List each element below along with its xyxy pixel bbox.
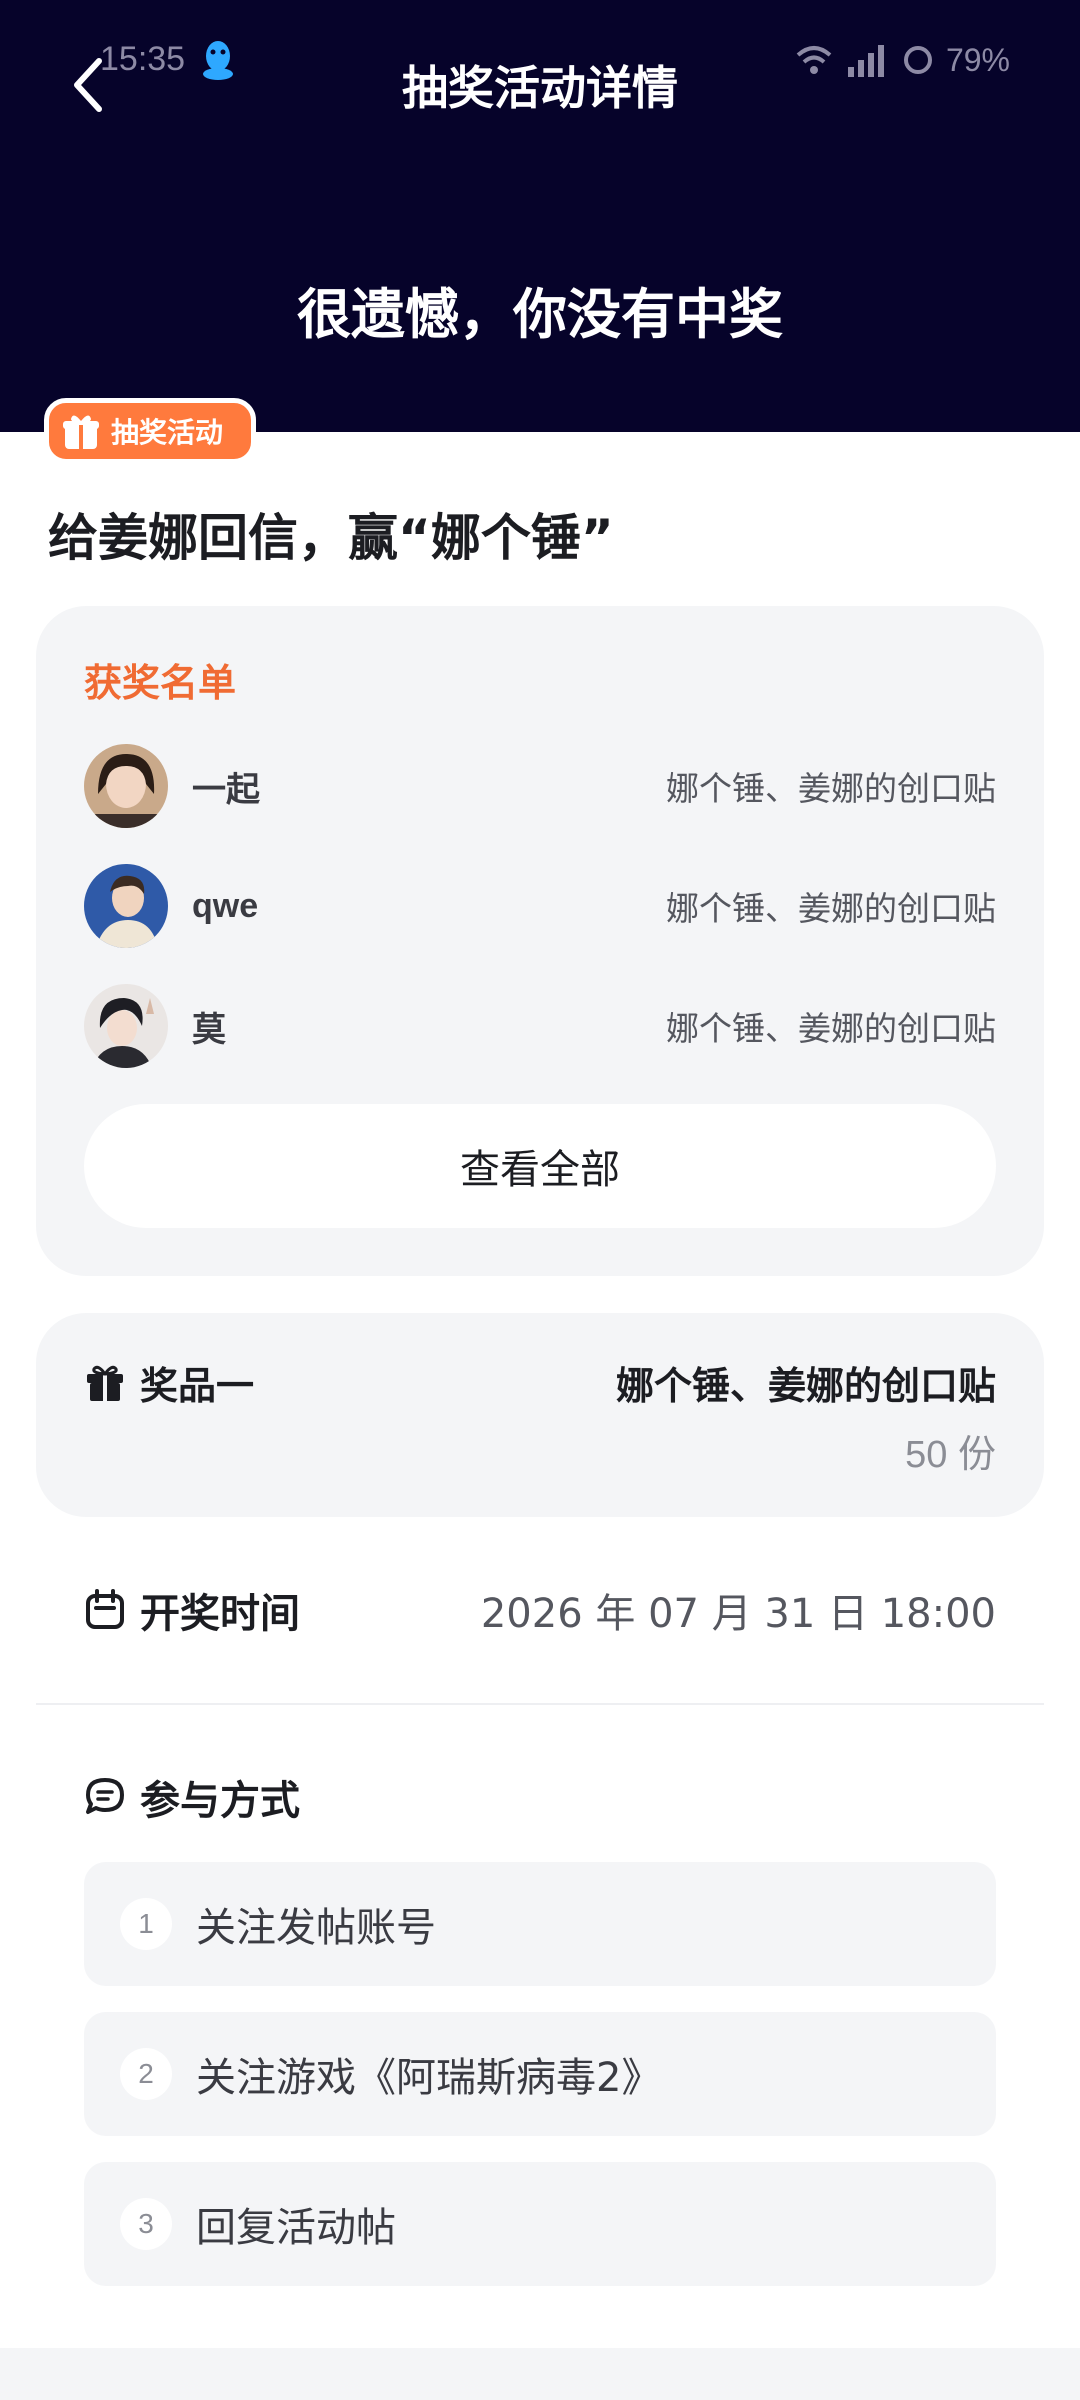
winner-row[interactable]: 一起 娜个锤、姜娜的创口贴 xyxy=(84,744,996,828)
winner-row[interactable]: qwe 娜个锤、姜娜的创口贴 xyxy=(84,864,996,948)
winner-row[interactable]: 莫 娜个锤、姜娜的创口贴 xyxy=(84,984,996,1068)
draw-time-value: 2026 年 07 月 31 日 18:00 xyxy=(480,1591,996,1637)
prize-name: 娜个锤、姜娜的创口贴 xyxy=(615,1364,996,1408)
prize-label-wrap: 奖品一 xyxy=(84,1355,254,1410)
step-number: 2 xyxy=(120,2048,172,2100)
step-text: 回复活动帖 xyxy=(196,2205,396,2251)
chat-icon xyxy=(86,1778,124,1814)
participation-step[interactable]: 3 回复活动帖 xyxy=(84,2162,996,2286)
winner-name: qwe xyxy=(192,886,259,925)
participation-step[interactable]: 2 关注游戏《阿瑞斯病毒2》 xyxy=(84,2012,996,2136)
avatar xyxy=(84,744,168,828)
avatar xyxy=(84,864,168,948)
gift-icon xyxy=(87,1365,123,1401)
draw-time-label: 开奖时间 xyxy=(140,1591,300,1637)
divider xyxy=(36,1703,1044,1705)
winner-prize: 娜个锤、姜娜的创口贴 xyxy=(666,889,996,928)
winners-title: 获奖名单 xyxy=(84,661,237,705)
winners-card: 获奖名单 一起 娜个锤、姜娜的创口贴 qwe 娜个锤、姜娜的创口贴 莫 娜个锤、… xyxy=(36,606,1044,1276)
badge-label: 抽奖活动 xyxy=(111,416,224,449)
prize-quantity: 50 份 xyxy=(905,1434,996,1476)
prize-card: 奖品一 娜个锤、姜娜的创口贴 50 份 xyxy=(36,1313,1044,1517)
winner-prize: 娜个锤、姜娜的创口贴 xyxy=(666,1009,996,1048)
page-title: 抽奖活动详情 xyxy=(402,61,678,115)
participation-label: 参与方式 xyxy=(140,1778,300,1824)
header: 15:35 79% 抽奖活动详情 很遗憾，你没有中奖 xyxy=(0,0,1080,432)
step-number: 3 xyxy=(120,2198,172,2250)
winner-name: 莫 xyxy=(192,1010,226,1049)
activity-badge: 抽奖活动 xyxy=(44,398,256,464)
calendar-icon xyxy=(86,1589,124,1629)
step-number: 1 xyxy=(120,1898,172,1950)
lottery-result: 很遗憾，你没有中奖 xyxy=(297,283,783,346)
prize-label: 奖品一 xyxy=(140,1364,255,1408)
activity-title: 给姜娜回信，赢“娜个锤” xyxy=(48,509,614,567)
winner-name: 一起 xyxy=(192,770,260,809)
step-text: 关注游戏《阿瑞斯病毒2》 xyxy=(196,2055,662,2101)
draw-time-row: 开奖时间 2026 年 07 月 31 日 18:00 xyxy=(84,1575,996,1645)
participation-step[interactable]: 1 关注发帖账号 xyxy=(84,1862,996,1986)
winner-prize: 娜个锤、姜娜的创口贴 xyxy=(666,769,996,808)
avatar xyxy=(84,984,168,1068)
bottom-strip xyxy=(0,2348,1080,2400)
view-all-button[interactable]: 查看全部 xyxy=(84,1104,996,1228)
participation-header: 参与方式 xyxy=(84,1762,300,1832)
gift-icon xyxy=(63,415,99,449)
step-text: 关注发帖账号 xyxy=(196,1905,436,1951)
